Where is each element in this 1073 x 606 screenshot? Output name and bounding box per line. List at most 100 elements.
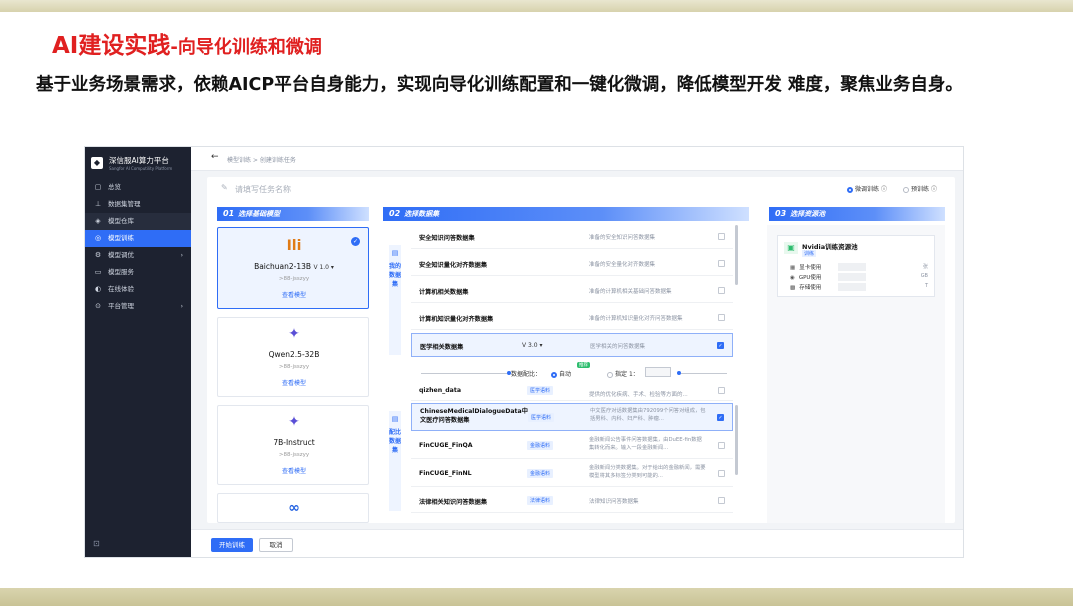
dataset-row[interactable]: 安全知识量化对齐数据集 准备的安全量化对齐数据集 xyxy=(411,252,733,276)
start-training-button[interactable]: 开始训练 xyxy=(211,538,253,552)
dataset-row[interactable]: FinCUGE_FinNL 金融语料 金融新闻分类数据集。对于给出的金融新闻，需要模… xyxy=(411,461,733,487)
dataset-checkbox-checked[interactable]: ✓ xyxy=(717,414,724,421)
info-icon: ⓘ xyxy=(930,186,937,193)
overview-icon: ▢ xyxy=(94,183,102,191)
dataset-row[interactable]: 计算机相关数据集 准备的计算机相关基础问答数据集 xyxy=(411,279,733,303)
nav-item-platform-admin[interactable]: ⊙ 平台管理 › xyxy=(85,298,191,315)
dataset-row[interactable]: 计算机知识量化对齐数据集 准备的计算机知识量化对齐问答数据集 xyxy=(411,306,733,330)
dataset-row[interactable]: 法律相关知识问答数据集 法律语料 法律知识问答数据集 xyxy=(411,489,733,513)
resource-row: ◉ GPU使用 xyxy=(790,275,822,281)
dataset-row[interactable]: FinCUGE_FinQA 金融语料 金融新闻公告事件问答数据集，由DuEE-fin… xyxy=(411,433,733,459)
dataset-row-selected[interactable]: 医学相关数据集 V 3.0 ▾ 医学相关的问答数据集 ✓ xyxy=(411,333,733,357)
usage-bar xyxy=(838,263,866,271)
meta-logo-icon: ∞ xyxy=(288,500,300,516)
scrollbar[interactable] xyxy=(735,405,738,475)
nav-item-model-service[interactable]: ▭ 模型服务 xyxy=(85,264,191,281)
cube-icon: ◈ xyxy=(95,217,101,225)
resource-column: ▣ Nvidia训练资源池 训练 ▦ 显卡使用 张 ◉ GPU使用 GB ▩ 存储使用… xyxy=(767,225,945,523)
task-name-placeholder: 请填写任务名称 xyxy=(235,185,291,194)
gpu-card-icon: ▦ xyxy=(790,265,796,271)
model-name: 7B-Instruct xyxy=(273,438,315,447)
model-name: Baichuan2-13B xyxy=(254,262,312,271)
brand: ◆ 深信服AI算力平台 Sangfor AI Computility Platf… xyxy=(91,155,191,175)
view-model-link[interactable]: 查看模型 xyxy=(218,466,370,475)
create-task-panel: ✎ 请填写任务名称 微调训练 ⓘ 预训练 ⓘ 01 选择基础模型 02 选择数据集 … xyxy=(207,177,955,523)
dataset-checkbox[interactable] xyxy=(718,442,725,449)
dataset-checkbox[interactable] xyxy=(718,287,725,294)
mode-pretrain-radio[interactable]: 预训练 ⓘ xyxy=(903,184,937,193)
model-card-meta[interactable]: ∞ xyxy=(217,493,369,523)
brand-name: 深信服AI算力平台 xyxy=(109,156,169,165)
resource-pool-card[interactable]: ▣ Nvidia训练资源池 训练 ▦ 显卡使用 张 ◉ GPU使用 GB ▩ 存储使用… xyxy=(777,235,935,297)
top-band xyxy=(0,0,1073,12)
dataset-checkbox[interactable] xyxy=(718,260,725,267)
step-2-header: 02 选择数据集 xyxy=(383,207,749,221)
chevron-right-icon: › xyxy=(180,303,183,310)
ratio-label: 数据配比： xyxy=(511,371,542,378)
dataset-checkbox[interactable] xyxy=(718,497,725,504)
model-owner: >88-jsszyy xyxy=(278,276,310,282)
bottom-band xyxy=(0,588,1073,606)
task-name-input[interactable]: ✎ 请填写任务名称 xyxy=(221,182,661,198)
ratio-specify-radio[interactable]: 指定 1： xyxy=(607,369,639,378)
breadcrumb: ← 模型训练 > 创建训练任务 xyxy=(191,147,963,171)
dataset-checkbox-checked[interactable]: ✓ xyxy=(717,342,724,349)
nav-item-model-training[interactable]: ◎ 模型训练 xyxy=(85,230,191,247)
qwen-logo-icon: ✦ xyxy=(288,414,300,430)
dataset-row[interactable]: qizhen_data 医学语料 提供的优化疾病、手术、检验等方面的... xyxy=(411,383,733,401)
ratio-auto-radio[interactable]: 自动 xyxy=(551,369,571,378)
model-owner: >88-jsszyy xyxy=(278,364,310,370)
resource-pool-icon: ▣ xyxy=(784,242,798,254)
dataset-icon: ▤ xyxy=(391,249,399,257)
resource-pool-tag: 训练 xyxy=(802,250,817,257)
slide-title: AI建设实践-向导化训练和微调 xyxy=(52,26,322,59)
qwen-logo-icon: ✦ xyxy=(288,326,300,342)
model-name: Qwen2.5-32B xyxy=(268,350,320,359)
nav-item-datasets[interactable]: ⊥ 数据集管理 xyxy=(85,196,191,213)
dataset-column: ▤ 我的数据集 安全知识问答数据集 准备的安全知识问答数据集 安全知识量化对齐数据集… xyxy=(381,225,749,523)
dataset-row-selected[interactable]: ChineseMedicalDialogueData中文医疗问答数据集 医学语料中… xyxy=(411,403,733,431)
pencil-icon: ✎ xyxy=(221,183,228,192)
action-bar: 开始训练 取消 xyxy=(191,529,963,557)
model-card-7b-instruct[interactable]: ✦ 7B-Instruct >88-jsszyy 查看模型 xyxy=(217,405,369,485)
ratio-bar: 数据配比： 自动 推荐 指定 1： xyxy=(411,362,733,379)
view-model-link[interactable]: 查看模型 xyxy=(218,378,370,387)
mode-finetune-radio[interactable]: 微调训练 ⓘ xyxy=(847,184,887,193)
service-icon: ▭ xyxy=(94,268,102,276)
step-3-header: 03 选择资源池 xyxy=(769,207,945,221)
breadcrumb-path: 模型训练 > 创建训练任务 xyxy=(227,157,296,164)
radio-unselected xyxy=(903,186,909,193)
sidebar: ◆ 深信服AI算力平台 Sangfor AI Computility Platf… xyxy=(85,147,191,557)
divider xyxy=(421,373,507,374)
resource-row: ▦ 显卡使用 xyxy=(790,265,822,271)
dataset-row[interactable]: 安全知识问答数据集 准备的安全知识问答数据集 xyxy=(411,225,733,249)
recommend-badge: 推荐 xyxy=(577,362,590,368)
dataset-version-select[interactable]: V 3.0 ▾ xyxy=(522,342,542,349)
ratio-input[interactable] xyxy=(645,367,671,377)
mix-datasets-tag: ▤ 配比数据集 xyxy=(389,411,401,511)
model-card-qwen[interactable]: ✦ Qwen2.5-32B >88-jsszyy 查看模型 xyxy=(217,317,369,397)
brand-subtitle: Sangfor AI Computility Platform xyxy=(109,166,173,171)
model-card-baichuan[interactable]: Ili ✓ Baichuan2-13B V 1.0 ▾ >88-jsszyy 查… xyxy=(217,227,369,309)
dataset-checkbox[interactable] xyxy=(718,470,725,477)
dataset-checkbox[interactable] xyxy=(718,387,725,394)
collapse-sidebar-icon[interactable]: ⊡ xyxy=(93,539,100,548)
back-arrow-icon[interactable]: ← xyxy=(211,152,219,162)
nav-item-overview[interactable]: ▢ 总览 xyxy=(85,179,191,196)
cancel-button[interactable]: 取消 xyxy=(259,538,293,552)
info-icon: ⓘ xyxy=(880,186,887,193)
brand-logo-icon: ◆ xyxy=(91,157,103,169)
storage-icon: ▩ xyxy=(790,285,796,291)
scrollbar[interactable] xyxy=(735,225,738,285)
dataset-checkbox[interactable] xyxy=(718,314,725,321)
nav-item-model-repo[interactable]: ◈ 模型仓库 xyxy=(85,213,191,230)
slide-title-sub: -向导化训练和微调 xyxy=(170,37,322,58)
gear-icon: ⚙ xyxy=(94,251,102,259)
my-datasets-tag: ▤ 我的数据集 xyxy=(389,245,401,355)
nav-item-online-demo[interactable]: ◐ 在线体验 xyxy=(85,281,191,298)
model-owner: >88-jsszyy xyxy=(278,452,310,458)
nav-item-model-tuning[interactable]: ⚙ 模型调优 › xyxy=(85,247,191,264)
model-version-select[interactable]: V 1.0 ▾ xyxy=(313,264,333,271)
view-model-link[interactable]: 查看模型 xyxy=(218,290,370,299)
dataset-checkbox[interactable] xyxy=(718,233,725,240)
